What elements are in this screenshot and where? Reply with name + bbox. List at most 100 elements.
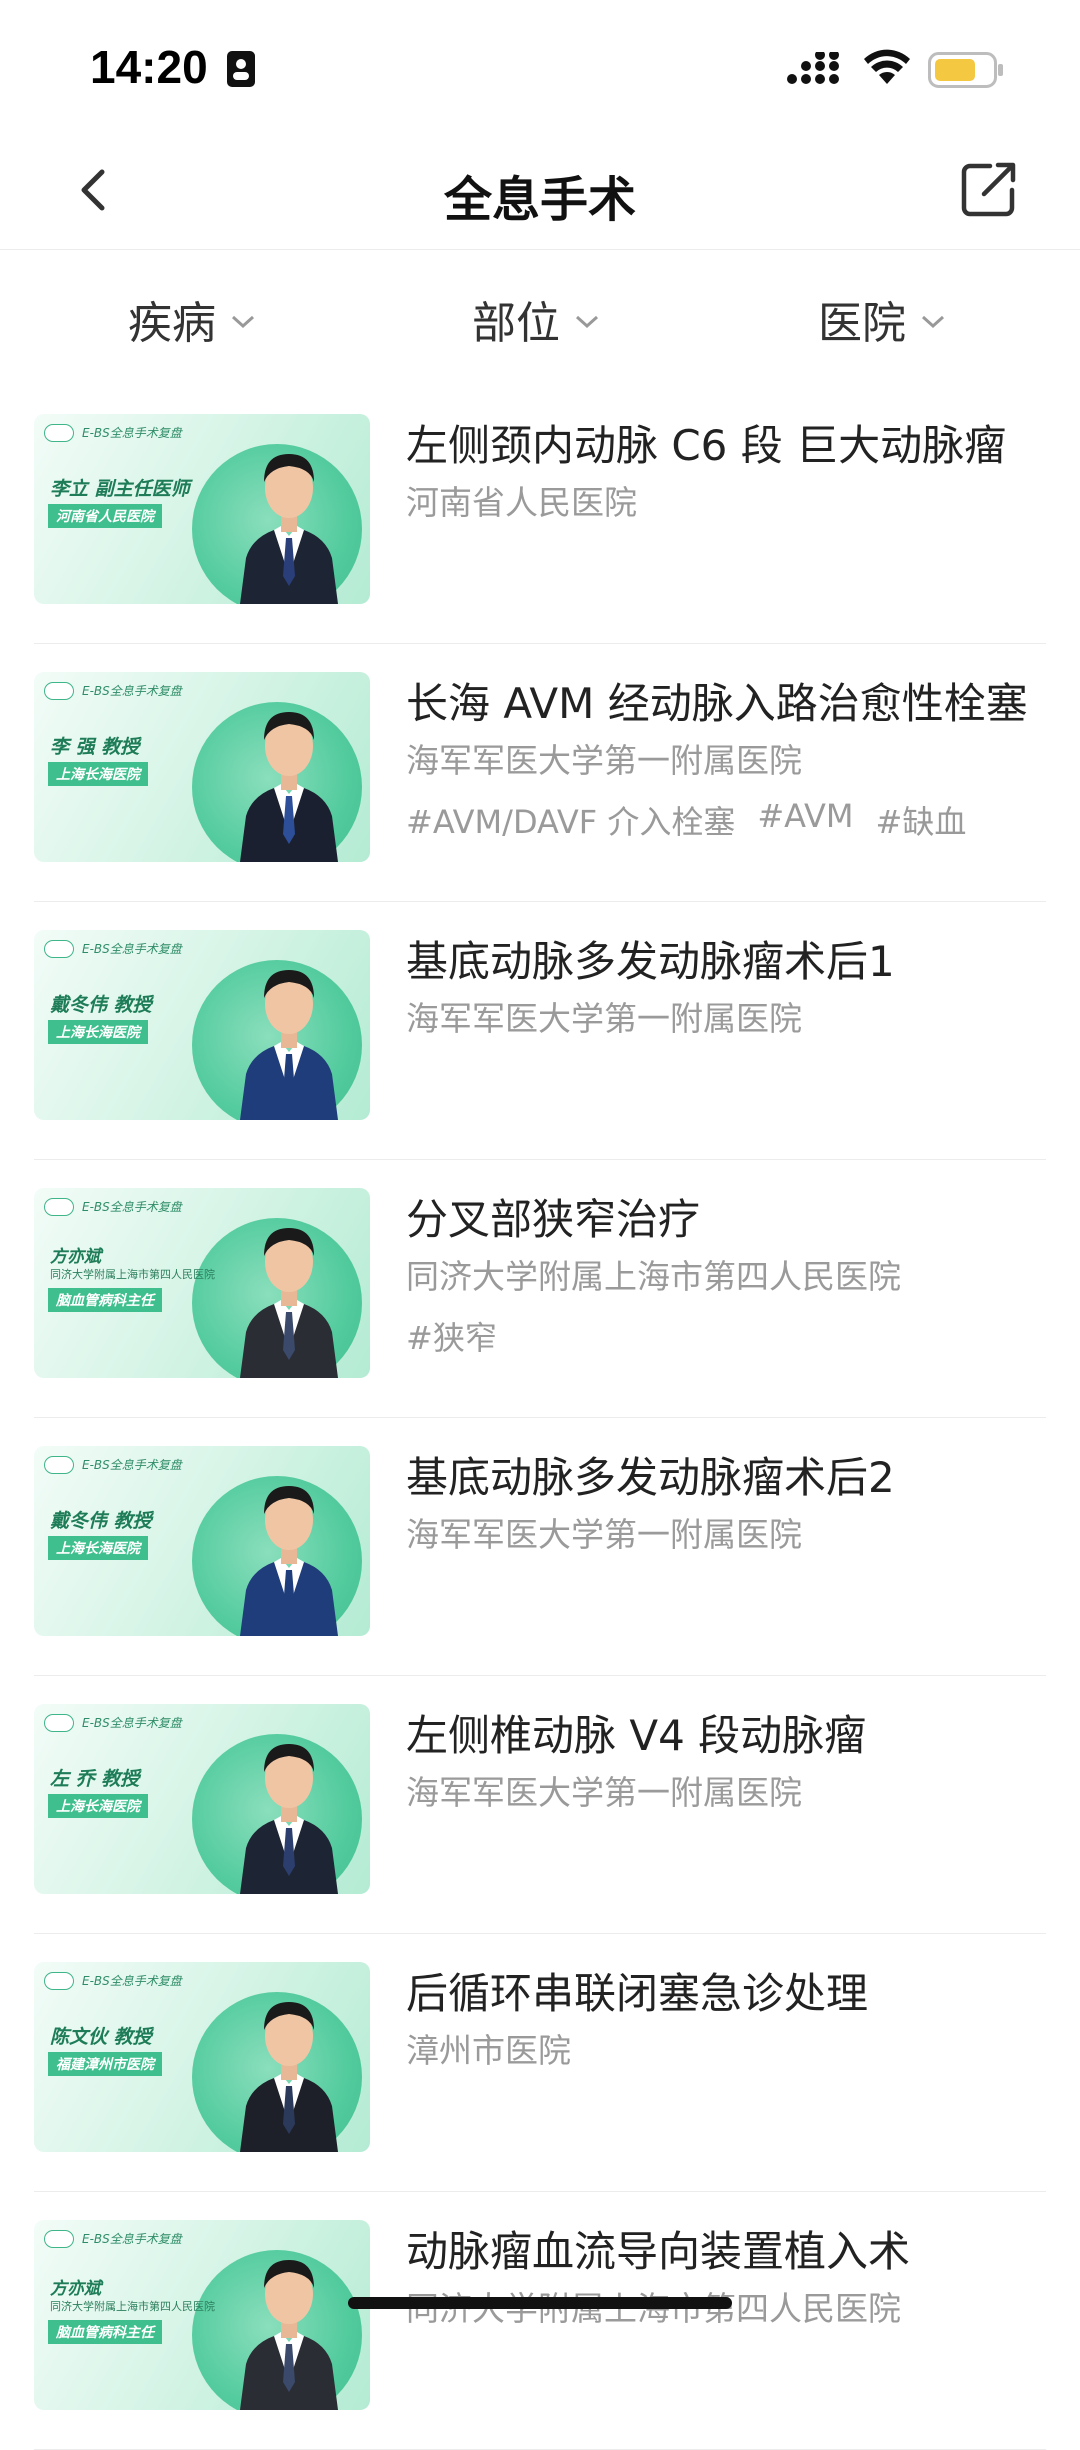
surgery-tag[interactable]: #AVM [757, 797, 853, 843]
thumbnail-doctor-name: 左 乔 教授 [50, 1768, 140, 1790]
thumbnail-doctor-name: 戴冬伟 教授 [50, 994, 152, 1016]
brand-logo-icon [44, 1714, 74, 1732]
thumbnail-doctor-name: 陈文伙 教授 [50, 2026, 152, 2048]
id-card-icon [227, 51, 255, 87]
surgery-hospital: 海军军医大学第一附属医院 [406, 1773, 802, 1812]
share-icon [961, 162, 1016, 217]
thumbnail-badge: 脑血管病科主任 [48, 1288, 162, 1312]
thumbnail-doctor-name: 李立 副主任医师 [50, 478, 190, 500]
thumbnail-badge: 河南省人民医院 [48, 504, 162, 528]
surgery-hospital: 海军军医大学第一附属医院 [406, 741, 802, 780]
surgery-list-item[interactable]: E-BS全息手术复盘 李立 副主任医师 河南省人民医院 左侧颈内动脉 C6 段 … [34, 386, 1046, 644]
doctor-portrait-icon [240, 454, 338, 604]
thumbnail-doctor-name: 方亦斌 [50, 1247, 101, 1267]
surgery-list-item[interactable]: E-BS全息手术复盘 戴冬伟 教授 上海长海医院 基底动脉多发动脉瘤术后2 海军… [34, 1418, 1046, 1676]
surgery-list-item[interactable]: E-BS全息手术复盘 左 乔 教授 上海长海医院 左侧椎动脉 V4 段动脉瘤 海… [34, 1676, 1046, 1934]
thumbnail-brand: E-BS全息手术复盘 [82, 1716, 182, 1730]
video-thumbnail: E-BS全息手术复盘 方亦斌 同济大学附属上海市第四人民医院 脑血管病科主任 [34, 1188, 370, 1378]
doctor-portrait-icon [240, 1228, 338, 1378]
thumbnail-brand: E-BS全息手术复盘 [82, 426, 182, 440]
wifi-icon [864, 49, 910, 84]
brand-logo-icon [44, 1456, 74, 1474]
doctor-portrait-icon [240, 2260, 338, 2410]
thumbnail-brand: E-BS全息手术复盘 [82, 1200, 182, 1214]
thumbnail-badge: 福建漳州市医院 [48, 2052, 162, 2076]
thumbnail-badge: 上海长海医院 [48, 762, 148, 786]
surgery-tag[interactable]: #AVM/DAVF 介入栓塞 [406, 797, 735, 843]
page-title: 全息手术 [443, 172, 636, 228]
thumbnail-badge: 上海长海医院 [48, 1794, 148, 1818]
share-button[interactable] [956, 156, 1022, 222]
nav-bar: 全息手术 [0, 130, 1080, 250]
filter-label: 医院 [818, 298, 906, 349]
surgery-title: 长海 AVM 经动脉入路治愈性栓塞 [406, 679, 1028, 728]
filter-label: 疾病 [128, 298, 216, 349]
thumbnail-doctor-name: 方亦斌 [50, 2279, 101, 2299]
surgery-list-item[interactable]: E-BS全息手术复盘 方亦斌 同济大学附属上海市第四人民医院 脑血管病科主任 分… [34, 1160, 1046, 1418]
battery-icon [928, 52, 1003, 88]
thumbnail-doctor-affiliation: 同济大学附属上海市第四人民医院 [50, 2300, 215, 2313]
surgery-title: 后循环串联闭塞急诊处理 [406, 1969, 869, 2018]
brand-logo-icon [44, 1972, 74, 1990]
thumbnail-badge: 上海长海医院 [48, 1536, 148, 1560]
surgery-list-item[interactable]: E-BS全息手术复盘 方亦斌 同济大学附属上海市第四人民医院 脑血管病科主任 动… [34, 2192, 1046, 2450]
brand-logo-icon [44, 940, 74, 958]
filter-label: 部位 [472, 298, 560, 349]
surgery-hospital: 同济大学附属上海市第四人民医院 [406, 1257, 901, 1296]
surgery-title: 基底动脉多发动脉瘤术后2 [406, 1453, 895, 1502]
thumbnail-brand: E-BS全息手术复盘 [82, 942, 182, 956]
filter-disease[interactable]: 疾病 [128, 289, 256, 349]
cellular-signal-icon [787, 52, 839, 84]
status-bar: 14:20 [0, 0, 1080, 130]
video-thumbnail: E-BS全息手术复盘 李 强 教授 上海长海医院 [34, 672, 370, 862]
doctor-portrait-icon [240, 1744, 338, 1894]
video-thumbnail: E-BS全息手术复盘 方亦斌 同济大学附属上海市第四人民医院 脑血管病科主任 [34, 2220, 370, 2410]
surgery-hospital: 海军军医大学第一附属医院 [406, 999, 802, 1038]
chevron-down-icon [575, 315, 599, 329]
thumbnail-doctor-name: 李 强 教授 [50, 736, 140, 758]
video-thumbnail: E-BS全息手术复盘 李立 副主任医师 河南省人民医院 [34, 414, 370, 604]
brand-logo-icon [44, 682, 74, 700]
surgery-tag[interactable]: #狭窄 [406, 1313, 497, 1359]
home-indicator [348, 2297, 732, 2309]
doctor-portrait-icon [240, 970, 338, 1120]
thumbnail-doctor-affiliation: 同济大学附属上海市第四人民医院 [50, 1268, 215, 1281]
filter-bar: 疾病 部位 医院 [0, 251, 1080, 386]
chevron-down-icon [921, 315, 945, 329]
surgery-hospital: 河南省人民医院 [406, 483, 637, 522]
filter-body-part[interactable]: 部位 [472, 289, 600, 349]
surgery-list-item[interactable]: E-BS全息手术复盘 戴冬伟 教授 上海长海医院 基底动脉多发动脉瘤术后1 海军… [34, 902, 1046, 1160]
brand-logo-icon [44, 2230, 74, 2248]
thumbnail-badge: 脑血管病科主任 [48, 2320, 162, 2344]
status-time: 14:20 [90, 41, 208, 93]
doctor-portrait-icon [240, 1486, 338, 1636]
video-thumbnail: E-BS全息手术复盘 陈文伙 教授 福建漳州市医院 [34, 1962, 370, 2152]
surgery-list-item[interactable]: E-BS全息手术复盘 李 强 教授 上海长海医院 长海 AVM 经动脉入路治愈性… [34, 644, 1046, 902]
thumbnail-brand: E-BS全息手术复盘 [82, 684, 182, 698]
surgery-hospital: 漳州市医院 [406, 2031, 571, 2070]
chevron-left-icon [81, 169, 105, 211]
surgery-tags: #AVM/DAVF 介入栓塞 #AVM #缺血 [406, 797, 1046, 843]
video-thumbnail: E-BS全息手术复盘 戴冬伟 教授 上海长海医院 [34, 930, 370, 1120]
doctor-portrait-icon [240, 712, 338, 862]
surgery-tag[interactable]: #缺血 [876, 797, 967, 843]
thumbnail-brand: E-BS全息手术复盘 [82, 2232, 182, 2246]
thumbnail-brand: E-BS全息手术复盘 [82, 1458, 182, 1472]
video-thumbnail: E-BS全息手术复盘 左 乔 教授 上海长海医院 [34, 1704, 370, 1894]
brand-logo-icon [44, 424, 74, 442]
surgery-title: 左侧颈内动脉 C6 段 巨大动脉瘤 [406, 421, 1007, 470]
doctor-portrait-icon [240, 2002, 338, 2152]
chevron-down-icon [231, 315, 255, 329]
surgery-list-item[interactable]: E-BS全息手术复盘 陈文伙 教授 福建漳州市医院 后循环串联闭塞急诊处理 漳州… [34, 1934, 1046, 2192]
surgery-tags: #狭窄 [406, 1313, 1046, 1359]
thumbnail-badge: 上海长海医院 [48, 1020, 148, 1044]
thumbnail-doctor-name: 戴冬伟 教授 [50, 1510, 152, 1532]
surgery-hospital: 海军军医大学第一附属医院 [406, 1515, 802, 1554]
surgery-title: 左侧椎动脉 V4 段动脉瘤 [406, 1711, 867, 1760]
back-button[interactable] [66, 160, 126, 220]
thumbnail-brand: E-BS全息手术复盘 [82, 1974, 182, 1988]
surgery-title: 动脉瘤血流导向装置植入术 [406, 2227, 911, 2276]
filter-hospital[interactable]: 医院 [818, 289, 946, 349]
surgery-title: 基底动脉多发动脉瘤术后1 [406, 937, 895, 986]
surgery-title: 分叉部狭窄治疗 [406, 1195, 701, 1244]
